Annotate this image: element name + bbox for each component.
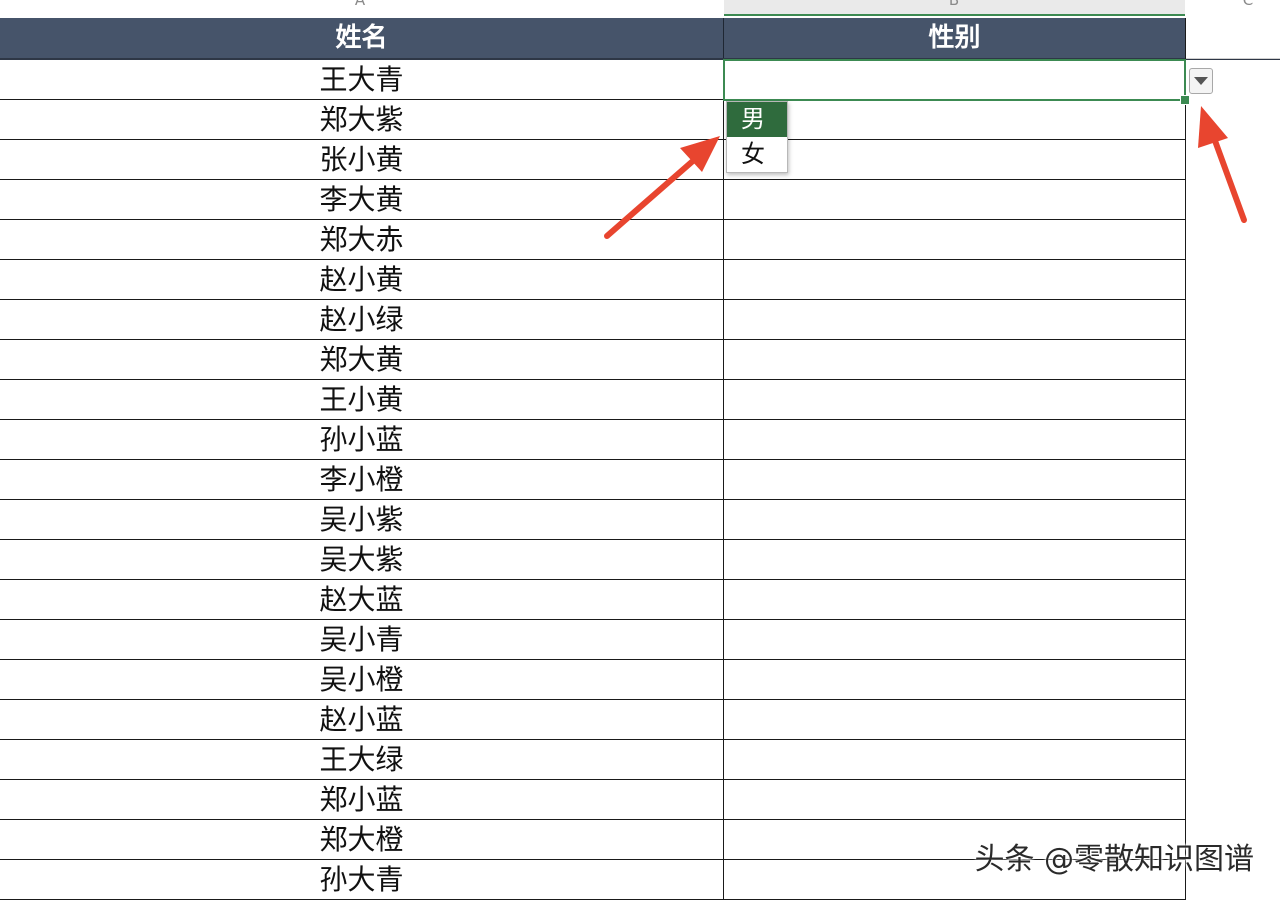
table-row: 郑大赤: [0, 220, 1185, 260]
table-row: 张小黄: [0, 140, 1185, 180]
name-cell[interactable]: 赵小绿: [0, 300, 724, 339]
table-row: 孙小蓝: [0, 420, 1185, 460]
name-cell[interactable]: 郑大紫: [0, 100, 724, 139]
gender-cell[interactable]: [724, 580, 1185, 619]
table-row: 郑小蓝: [0, 780, 1185, 820]
gender-cell[interactable]: [724, 660, 1185, 699]
table-row: 吴大紫: [0, 540, 1185, 580]
table-body: 王大青 郑大紫 张小黄 李大黄 郑大赤 赵小黄 赵小绿 郑大黄 王小黄 孙小蓝 李小橙 吴小紫 吴大紫赵…: [0, 60, 1185, 900]
column-letter-b[interactable]: B: [944, 0, 964, 9]
table-row: 赵小黄: [0, 260, 1185, 300]
table-row: 吴小青: [0, 620, 1185, 660]
column-letter-a[interactable]: A: [350, 0, 370, 9]
table-row: 王小黄: [0, 380, 1185, 420]
name-cell[interactable]: 张小黄: [0, 140, 724, 179]
name-cell[interactable]: 赵小黄: [0, 260, 724, 299]
gender-cell[interactable]: [724, 260, 1185, 299]
column-b-selection-line: [724, 14, 1185, 16]
dropdown-list: 男 女: [726, 101, 788, 173]
name-cell[interactable]: 孙大青: [0, 860, 724, 899]
name-cell[interactable]: 赵大蓝: [0, 580, 724, 619]
gender-cell[interactable]: [724, 540, 1185, 579]
table-row: 李大黄: [0, 180, 1185, 220]
gender-cell[interactable]: [724, 140, 1185, 179]
gender-cell[interactable]: [724, 740, 1185, 779]
gender-cell[interactable]: [724, 700, 1185, 739]
table-row: 赵大蓝: [0, 580, 1185, 620]
watermark-text: 头条 @零散知识图谱: [974, 842, 1254, 877]
gender-cell[interactable]: [724, 460, 1185, 499]
table-row: 郑大黄: [0, 340, 1185, 380]
gender-cell[interactable]: [724, 300, 1185, 339]
header-name-cell[interactable]: 姓名: [0, 18, 724, 58]
header-gender-cell[interactable]: 性别: [724, 18, 1185, 58]
gender-cell[interactable]: [724, 780, 1185, 819]
name-cell[interactable]: 王大绿: [0, 740, 724, 779]
fill-handle[interactable]: [1180, 95, 1190, 105]
dropdown-toggle-button[interactable]: [1189, 68, 1213, 94]
gender-cell[interactable]: [724, 100, 1185, 139]
table-row: 王大绿: [0, 740, 1185, 780]
gender-cell[interactable]: [724, 620, 1185, 659]
name-cell[interactable]: 吴小橙: [0, 660, 724, 699]
dropdown-option-female[interactable]: 女: [727, 137, 787, 172]
name-cell[interactable]: 赵小蓝: [0, 700, 724, 739]
name-cell[interactable]: 吴小青: [0, 620, 724, 659]
gender-cell[interactable]: [724, 340, 1185, 379]
table-row: 吴小紫: [0, 500, 1185, 540]
dropdown-option-male[interactable]: 男: [727, 102, 787, 137]
name-cell[interactable]: 郑大橙: [0, 820, 724, 859]
name-cell[interactable]: 王小黄: [0, 380, 724, 419]
annotation-arrow-right: [1198, 106, 1247, 223]
gender-cell[interactable]: [724, 220, 1185, 259]
name-cell[interactable]: 郑小蓝: [0, 780, 724, 819]
gender-cell[interactable]: [724, 180, 1185, 219]
name-cell[interactable]: 王大青: [0, 60, 724, 99]
table-row: 吴小橙: [0, 660, 1185, 700]
column-letter-bar: A B C: [0, 0, 1280, 16]
table-row: 郑大紫: [0, 100, 1185, 140]
gender-cell[interactable]: [724, 500, 1185, 539]
column-c-gridline: [1185, 58, 1280, 59]
gender-cell[interactable]: [724, 380, 1185, 419]
name-cell[interactable]: 郑大黄: [0, 340, 724, 379]
name-cell[interactable]: 吴小紫: [0, 500, 724, 539]
table-row: 李小橙: [0, 460, 1185, 500]
table-row: 赵小蓝: [0, 700, 1185, 740]
table-row: 赵小绿: [0, 300, 1185, 340]
table-right-border: [1185, 18, 1186, 900]
column-letter-c[interactable]: C: [1238, 0, 1258, 9]
name-cell[interactable]: 吴大紫: [0, 540, 724, 579]
name-cell[interactable]: 李小橙: [0, 460, 724, 499]
selected-gender-cell[interactable]: [723, 59, 1186, 101]
gender-cell[interactable]: [724, 420, 1185, 459]
dropdown-arrow-icon: [1194, 77, 1208, 85]
name-cell[interactable]: 郑大赤: [0, 220, 724, 259]
name-cell[interactable]: 李大黄: [0, 180, 724, 219]
name-cell[interactable]: 孙小蓝: [0, 420, 724, 459]
